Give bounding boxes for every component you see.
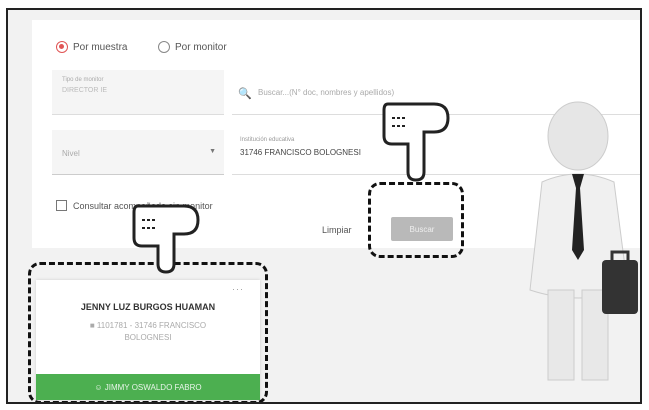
clear-button[interactable]: Limpiar bbox=[322, 225, 352, 235]
chevron-down-icon: ▼ bbox=[209, 148, 216, 155]
search-highlight bbox=[368, 182, 464, 258]
result-highlight bbox=[28, 262, 268, 402]
select-placeholder: Nivel bbox=[62, 149, 80, 158]
briefcase-icon bbox=[602, 260, 638, 314]
field-label: Institución educativa bbox=[240, 137, 295, 143]
field-value: 31746 FRANCISCO BOLOGNESI bbox=[240, 148, 361, 157]
search-placeholder: Buscar...(N° doc, nombres y apellidos) bbox=[258, 88, 395, 97]
pointing-hand-icon bbox=[132, 204, 200, 274]
search-icon: 🔍 bbox=[238, 88, 252, 100]
radio-dot-icon bbox=[158, 41, 170, 53]
pointing-hand-icon bbox=[382, 102, 450, 182]
radio-label: Por muestra bbox=[73, 41, 128, 53]
radio-por-muestra[interactable]: Por muestra bbox=[56, 41, 127, 53]
tipo-monitor-field[interactable]: Tipo de monitor DIRECTOR IE bbox=[52, 70, 224, 115]
person-figure bbox=[529, 101, 638, 381]
field-label: Tipo de monitor bbox=[62, 77, 104, 83]
nivel-select[interactable]: Nivel ▼ bbox=[52, 130, 224, 175]
field-value: DIRECTOR IE bbox=[62, 87, 107, 94]
radio-dot-icon bbox=[56, 41, 68, 53]
radio-por-monitor[interactable]: Por monitor bbox=[158, 41, 227, 53]
screenshot-frame: Por muestra Por monitor Tipo de monitor … bbox=[6, 8, 642, 404]
checkbox-icon bbox=[56, 200, 67, 211]
radio-label: Por monitor bbox=[175, 41, 227, 53]
